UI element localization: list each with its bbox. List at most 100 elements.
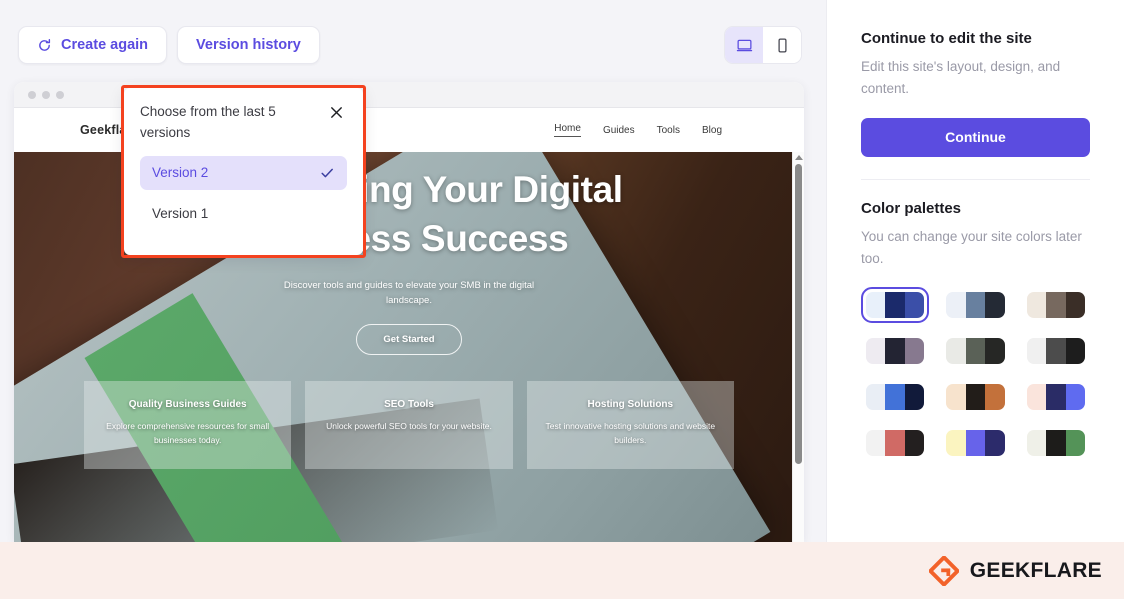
desktop-view-button[interactable] [725,27,763,63]
palette-swatch-1 [1026,338,1047,365]
version-popup-title: Choose from the last 5 versions [140,104,276,140]
palette-swatch-2 [965,384,986,411]
hero-get-started-button[interactable]: Get Started [356,324,462,356]
palette-swatch-1 [866,430,886,457]
preview-scrollbar[interactable] [792,152,804,542]
palette-swatch-3 [1065,338,1085,365]
palette-swatch-2 [885,338,905,365]
feature-card: Hosting Solutions Test innovative hostin… [526,381,734,470]
color-palette-option-6[interactable] [1022,333,1090,369]
color-palette-option-5[interactable] [941,333,1009,369]
palette-swatch-3 [985,338,1005,365]
color-palette-option-10[interactable] [861,425,929,461]
geekflare-wordmark: GEEKFLARE [969,558,1102,582]
palette-swatches [1026,338,1085,365]
palette-swatches [866,292,925,319]
feature-card-text: Unlock powerful SEO tools for your websi… [326,421,492,432]
site-nav-tools[interactable]: Tools [657,125,680,136]
create-again-button[interactable]: Create again [18,26,168,64]
version-item-2[interactable]: Version 2 [140,155,347,190]
palette-swatches [946,338,1005,365]
version-list: Version 2 Version 1 [140,155,347,231]
geekflare-diamond-icon [928,555,959,586]
desktop-monitor-icon [736,39,752,51]
color-palette-option-12[interactable] [1022,425,1090,461]
palette-swatch-1 [866,384,886,411]
hero-subtitle: Discover tools and guides to elevate you… [283,279,535,306]
window-dot-green [56,90,64,99]
palette-swatch-3 [904,430,925,457]
color-palette-option-9[interactable] [1022,379,1090,415]
palette-swatch-2 [965,292,986,319]
palette-swatch-2 [885,292,905,319]
feature-card-title: Quality Business Guides [128,399,247,411]
color-palette-option-7[interactable] [861,379,929,415]
continue-button[interactable]: Continue [861,117,1090,157]
palette-swatches [1026,430,1085,457]
palette-swatch-2 [1046,384,1066,411]
sidebar-divider [861,178,1090,180]
palette-swatch-1 [946,430,966,457]
palette-swatch-2 [965,430,986,457]
color-palettes-heading: Color palettes [861,199,962,217]
palette-swatches [1026,384,1085,411]
palette-swatch-1 [866,292,886,319]
color-palette-option-3[interactable] [1022,287,1090,323]
create-again-label: Create again [61,37,149,53]
palette-swatch-2 [885,384,905,411]
palette-swatch-3 [904,338,925,365]
palette-swatches [1026,292,1085,319]
geekflare-logo: GEEKFLARE [928,555,1102,586]
version-history-label: Version history [196,37,301,53]
palette-swatch-2 [1046,292,1066,319]
close-x-icon [331,107,342,118]
palette-swatch-3 [985,292,1005,319]
version-item-label: Version 1 [152,206,209,222]
palette-swatch-3 [985,384,1005,411]
color-palette-option-8[interactable] [941,379,1009,415]
palette-swatch-1 [1026,430,1047,457]
palette-swatch-3 [904,384,925,411]
color-palette-option-4[interactable] [861,333,929,369]
palette-swatches [946,384,1005,411]
checkmark-icon [321,168,333,178]
mobile-view-button[interactable] [763,27,801,63]
palette-swatch-1 [946,292,966,319]
palette-swatch-2 [1046,338,1066,365]
palette-swatch-3 [904,292,925,319]
palette-swatch-3 [1065,384,1085,411]
color-palette-option-2[interactable] [941,287,1009,323]
device-view-toggle [724,26,802,64]
color-palette-option-11[interactable] [941,425,1009,461]
version-popup-header: Choose from the last 5 versions [140,102,347,144]
color-palette-option-1[interactable] [861,287,930,324]
palette-swatch-2 [1046,430,1066,457]
feature-card-text: Explore comprehensive resources for smal… [106,421,270,445]
palette-swatch-2 [885,430,905,457]
palette-swatch-3 [1065,292,1085,319]
feature-card: SEO Tools Unlock powerful SEO tools for … [305,381,513,470]
continue-description: Edit this site's layout, design, and con… [861,59,1061,96]
scroll-up-arrow-icon[interactable] [794,155,803,160]
site-feature-cards: Quality Business Guides Explore comprehe… [14,381,804,470]
palette-swatch-1 [1026,384,1047,411]
site-nav-blog[interactable]: Blog [702,125,722,136]
palette-swatch-3 [1065,430,1085,457]
palette-swatch-1 [866,338,886,365]
site-nav-home[interactable]: Home [554,123,581,137]
feature-card-title: Hosting Solutions [587,399,674,411]
palette-swatch-1 [1026,292,1047,319]
site-nav-guides[interactable]: Guides [603,125,635,136]
color-palettes-description: You can change your site colors later to… [861,228,1082,266]
version-history-button[interactable]: Version history [177,26,320,64]
right-sidebar: Continue to edit the site Edit this site… [826,0,1124,542]
continue-heading: Continue to edit the site [861,30,1032,47]
palette-swatch-1 [946,338,966,365]
feature-card-title: SEO Tools [384,399,434,411]
version-item-1[interactable]: Version 1 [140,197,347,231]
close-popup-button[interactable] [326,102,347,128]
scrollbar-thumb[interactable] [795,164,802,464]
palette-swatches [866,384,925,411]
feature-card-text: Test innovative hosting solutions and we… [545,421,716,445]
version-history-popup: Choose from the last 5 versions Version … [124,88,363,255]
